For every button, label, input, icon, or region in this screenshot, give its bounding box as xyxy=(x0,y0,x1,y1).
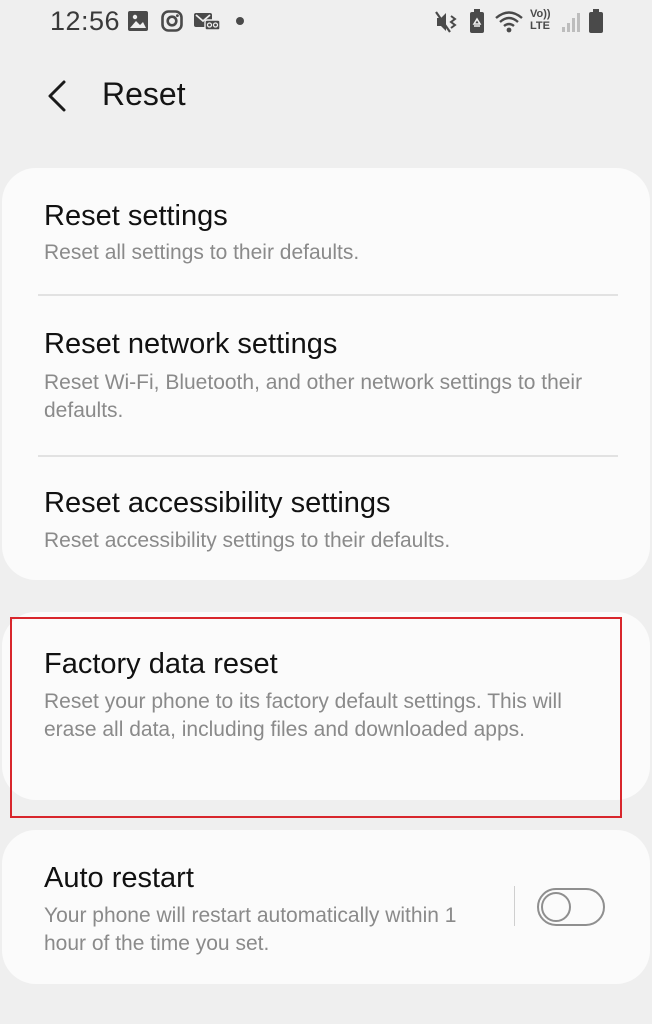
signal-icon xyxy=(562,13,580,32)
item-subtitle: Reset all settings to their defaults. xyxy=(44,241,360,264)
factory-data-reset-item[interactable]: Factory data reset Reset your phone to i… xyxy=(2,612,650,800)
mute-vibrate-icon xyxy=(435,11,457,33)
volte-top-label: Vo)) xyxy=(530,8,551,20)
auto-restart-card: Auto restart Your phone will restart aut… xyxy=(2,830,650,984)
reset-network-settings-item[interactable]: Reset network settings Reset Wi-Fi, Blue… xyxy=(2,296,650,454)
item-title: Reset accessibility settings xyxy=(44,487,391,519)
auto-restart-toggle[interactable] xyxy=(537,888,605,926)
dot-icon xyxy=(236,17,244,25)
volte-icon: Vo)) LTE xyxy=(530,8,556,34)
gallery-icon xyxy=(128,11,148,31)
reset-settings-item[interactable]: Reset settings Reset all settings to the… xyxy=(2,168,650,294)
item-subtitle: Reset accessibility settings to their de… xyxy=(44,529,451,552)
item-title: Reset settings xyxy=(44,200,228,232)
reset-accessibility-settings-item[interactable]: Reset accessibility settings Reset acces… xyxy=(2,457,650,580)
chevron-left-icon xyxy=(48,80,66,112)
auto-restart-item[interactable]: Auto restart Your phone will restart aut… xyxy=(2,830,502,984)
app-header: Reset xyxy=(0,60,652,132)
wifi-icon xyxy=(495,11,523,33)
item-subtitle: Reset Wi-Fi, Bluetooth, and other networ… xyxy=(44,371,583,422)
voicemail-icon xyxy=(194,13,221,31)
volte-bottom-label: LTE xyxy=(530,20,550,32)
toggle-divider xyxy=(514,886,515,926)
battery-saver-icon xyxy=(470,9,484,33)
item-title: Reset network settings xyxy=(44,328,338,360)
status-time: 12:56 xyxy=(50,6,121,36)
battery-icon xyxy=(589,9,603,33)
back-button[interactable] xyxy=(38,74,78,118)
factory-reset-card: Factory data reset Reset your phone to i… xyxy=(2,612,650,800)
page-title: Reset xyxy=(102,76,186,112)
reset-options-card: Reset settings Reset all settings to the… xyxy=(2,168,650,580)
item-title: Factory data reset xyxy=(44,648,278,680)
instagram-icon xyxy=(161,10,183,32)
status-bar: 12:56 Vo)) LTE xyxy=(0,0,652,44)
toggle-knob xyxy=(541,892,571,922)
item-title: Auto restart xyxy=(44,862,194,894)
item-subtitle: Reset your phone to its factory default … xyxy=(44,690,562,741)
item-subtitle: Your phone will restart automatically wi… xyxy=(44,904,457,955)
